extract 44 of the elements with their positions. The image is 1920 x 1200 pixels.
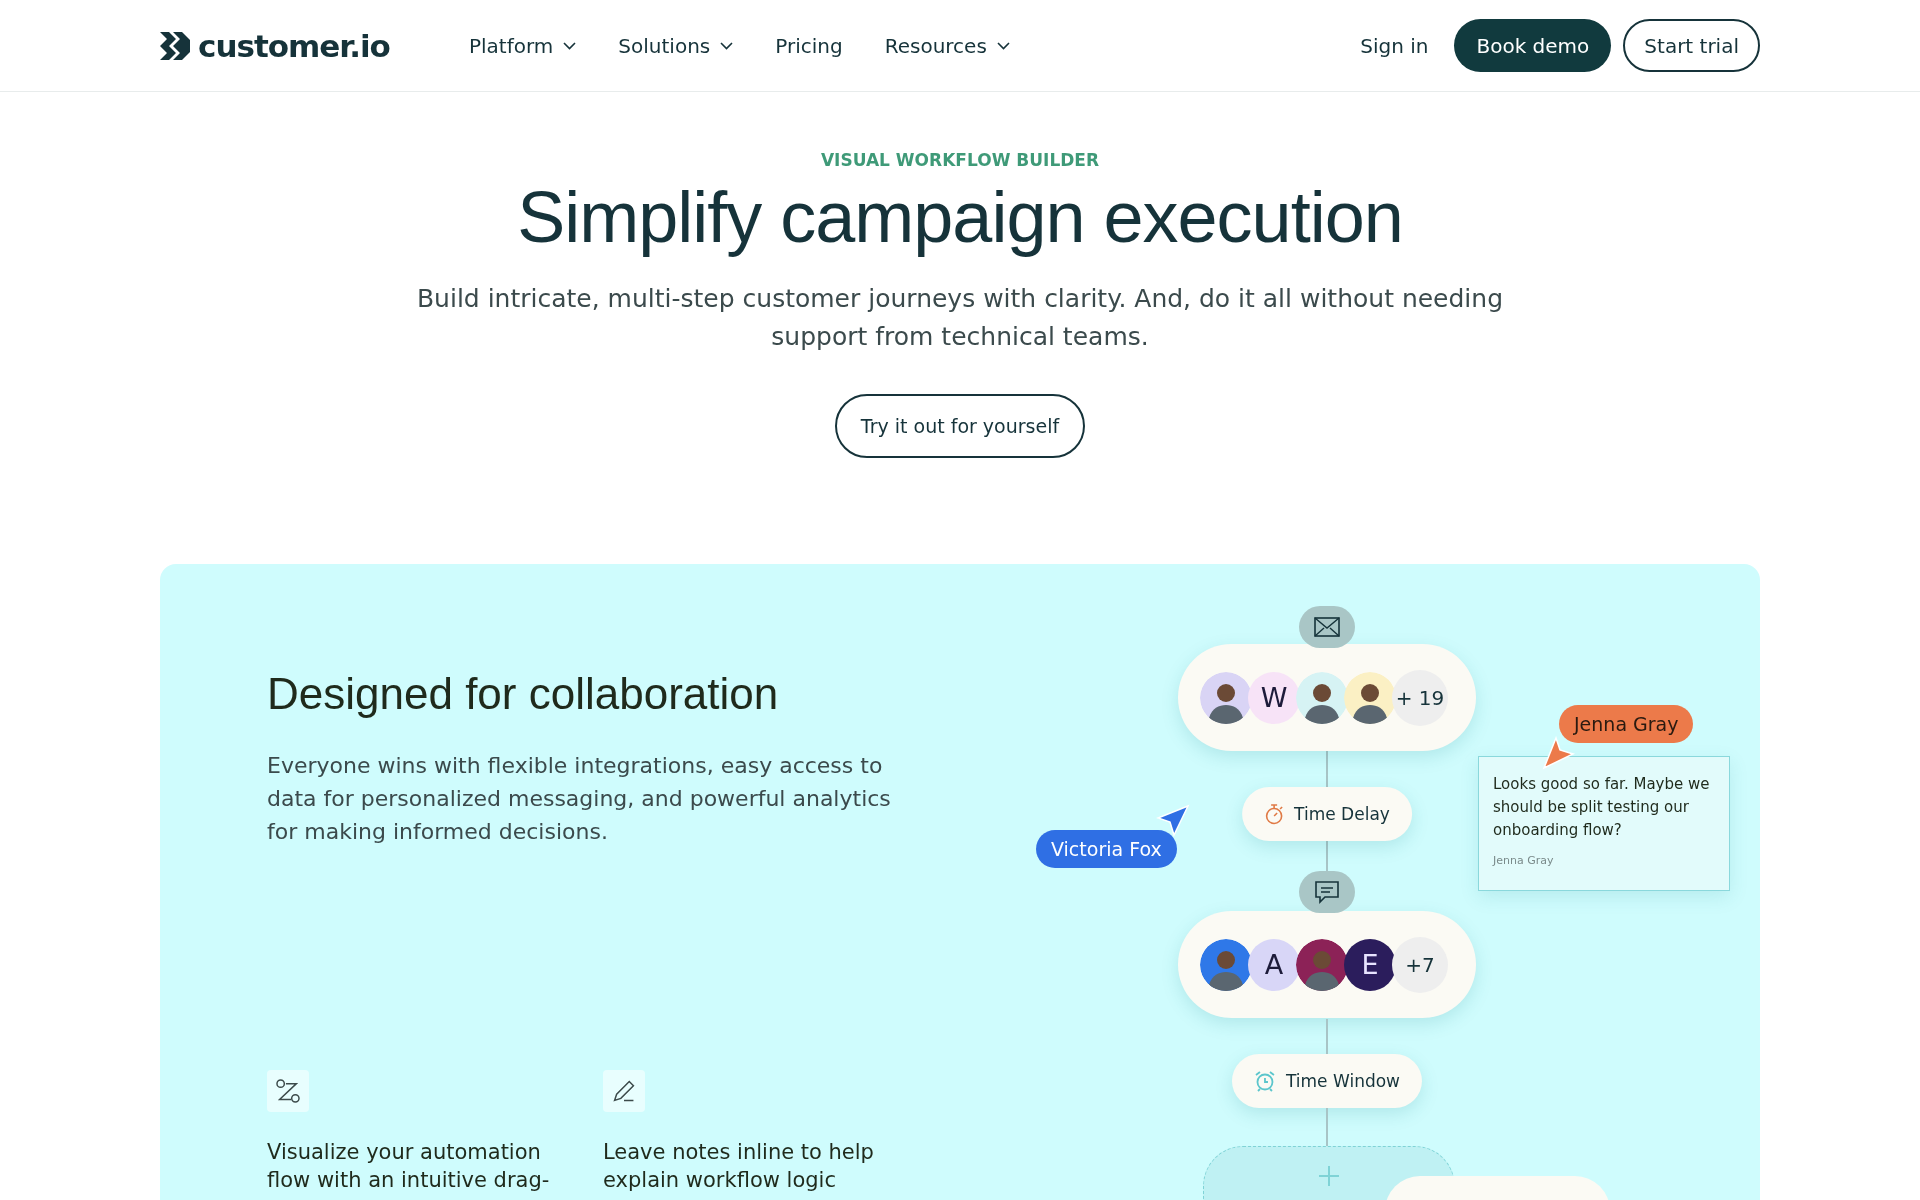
- pencil-icon: [603, 1070, 645, 1112]
- more-count: + 19: [1392, 669, 1448, 726]
- logo-icon: [160, 31, 190, 60]
- nav-link[interactable]: Platform: [469, 33, 577, 58]
- feature-text: Everyone wins with flexible integrations, easy access to data for personalized messaging, and powerful analytics for making informed decisions.: [267, 752, 892, 846]
- feature-point: Leave notes inline to help explain workflow logic: [603, 1139, 875, 1194]
- hero-subtitle: Build intricate, multi-step customer journeys with clarity. And, do it all without needing support from technical teams.: [415, 283, 1505, 353]
- pointer-icon: [1156, 804, 1190, 838]
- mail-icon: [1314, 617, 1340, 637]
- nav-link[interactable]: Solutions: [618, 33, 734, 58]
- start-trial-button[interactable]: Start trial: [1623, 19, 1760, 72]
- audience-card[interactable]: W + 19: [1178, 644, 1476, 751]
- hero-title: Simplify campaign execution: [517, 176, 1403, 258]
- logo[interactable]: customer.io: [160, 27, 469, 64]
- pointer-icon: [1542, 736, 1576, 770]
- nav-link[interactable]: Pricing: [775, 33, 843, 58]
- audience-card[interactable]: A E +7: [1178, 911, 1476, 1018]
- book-demo-button[interactable]: Book demo: [1454, 19, 1612, 72]
- chevron-down-icon: [563, 41, 577, 50]
- sign-in-link[interactable]: Sign in: [1354, 32, 1435, 59]
- plus-icon: [1318, 1165, 1340, 1187]
- chevron-down-icon: [996, 41, 1010, 50]
- try-button[interactable]: Try it out for yourself: [834, 394, 1086, 458]
- feature-point: Visualize your automation flow with an intuitive drag-: [267, 1139, 551, 1194]
- comment-author: Jenna Gray: [1493, 854, 1554, 867]
- stopwatch-icon: [1264, 803, 1285, 825]
- time-window-node[interactable]: Time Window: [1232, 1054, 1422, 1108]
- avatar-initial: A: [1248, 938, 1300, 991]
- route-icon: [267, 1070, 309, 1112]
- chat-icon: [1314, 880, 1340, 904]
- time-delay-node[interactable]: Time Delay: [1242, 787, 1412, 841]
- nav-link[interactable]: Resources: [884, 33, 1010, 58]
- comment-text: Looks good so far. Maybe we should be split testing our onboarding flow?: [1493, 774, 1711, 841]
- chevron-down-icon: [720, 41, 734, 50]
- feature-title: Designed for collaboration: [267, 669, 780, 719]
- avatar-initial: E: [1344, 938, 1396, 991]
- alarm-clock-icon: [1254, 1070, 1276, 1092]
- logo-text: customer.io: [198, 27, 390, 64]
- user-tag: Jenna Gray: [1559, 705, 1694, 743]
- eyebrow-label: VISUAL WORKFLOW BUILDER: [820, 150, 1100, 170]
- chat-node[interactable]: [1299, 871, 1355, 913]
- more-count: +7: [1392, 936, 1448, 993]
- email-node[interactable]: [1299, 606, 1355, 648]
- avatar-initial: W: [1248, 671, 1300, 724]
